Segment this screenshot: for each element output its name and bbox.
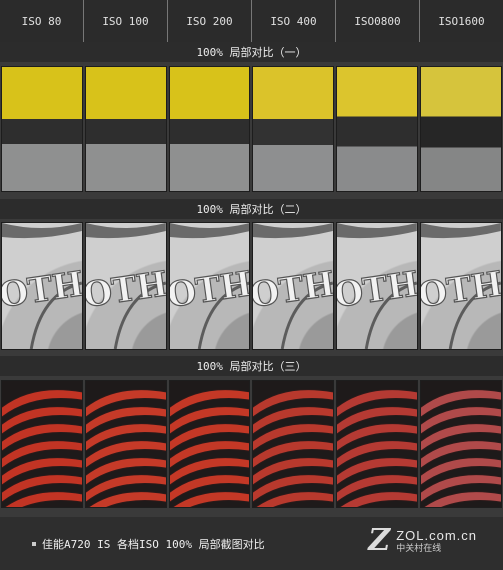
svg-text:OTHI: OTHI	[253, 261, 333, 315]
crop-row-color-patch	[0, 66, 503, 192]
iso-label-1600: ISO1600	[438, 14, 485, 28]
feather-picture	[2, 389, 82, 507]
crop-iso1600-color-patch	[420, 66, 502, 192]
section-title-2: 100% 局部对比（二）	[0, 199, 503, 219]
iso-label-100: ISO 100	[84, 0, 168, 42]
svg-text:OTHI: OTHI	[86, 261, 166, 315]
feather-picture	[85, 389, 166, 507]
crop-iso400-feathers	[252, 380, 335, 508]
crop-row-coin: OTHI OTHI OTHI OTHI OTHI OTHI	[0, 222, 503, 350]
iso-label-800: ISO0800	[336, 0, 420, 42]
crop-iso100-coin: OTHI	[84, 222, 167, 350]
feather-picture	[169, 389, 250, 507]
caption: 佳能A720 IS 各档ISO 100% 局部截图对比	[32, 536, 265, 552]
crop-iso100-feathers	[84, 380, 167, 508]
bullet-icon	[32, 541, 36, 546]
crop-iso80-coin: OTHI	[1, 222, 83, 350]
coin-picture: OTHI	[169, 223, 250, 349]
crop-iso400-color-patch	[252, 66, 335, 192]
crop-iso80-feathers	[1, 380, 83, 508]
svg-text:OTHI: OTHI	[170, 261, 250, 315]
feather-picture	[421, 389, 501, 507]
coin-picture: OTHI	[85, 223, 166, 349]
crop-row-feathers	[0, 380, 503, 508]
section-title-3: 100% 局部对比（三）	[0, 356, 503, 376]
svg-text:OTHI: OTHI	[2, 261, 82, 315]
logo-domain: ZOL.com.cn	[396, 527, 477, 543]
crop-iso200-coin: OTHI	[168, 222, 251, 350]
footer-bar: 佳能A720 IS 各档ISO 100% 局部截图对比 Z ZOL.com.cn…	[0, 517, 503, 570]
svg-text:OTHI: OTHI	[337, 261, 417, 315]
iso-label-80: ISO 80	[0, 0, 84, 42]
crop-iso80-color-patch	[1, 66, 83, 192]
iso-label-400: ISO 400	[252, 0, 336, 42]
crop-iso800-color-patch	[336, 66, 419, 192]
section-title-1: 100% 局部对比（一）	[0, 42, 503, 62]
crop-iso1600-coin: OTHI	[420, 222, 502, 350]
crop-iso800-coin: OTHI	[336, 222, 419, 350]
crop-iso200-color-patch	[168, 66, 251, 192]
crop-iso800-feathers	[336, 380, 419, 508]
svg-text:OTHI: OTHI	[421, 261, 501, 315]
logo-subtitle: 中关村在线	[396, 543, 442, 554]
coin-picture: OTHI	[337, 223, 418, 349]
crop-iso400-coin: OTHI	[252, 222, 335, 350]
crop-iso1600-feathers	[420, 380, 502, 508]
coin-picture: OTHI	[421, 223, 501, 349]
crop-iso200-feathers	[168, 380, 251, 508]
feather-picture	[337, 389, 418, 507]
feather-picture	[253, 389, 334, 507]
zol-logo: Z ZOL.com.cn 中关村在线	[368, 526, 477, 556]
crop-iso100-color-patch	[84, 66, 167, 192]
coin-picture: OTHI	[253, 223, 334, 349]
iso-label-200: ISO 200	[168, 0, 252, 42]
caption-text: 佳能A720 IS 各档ISO 100% 局部截图对比	[42, 537, 265, 551]
zol-z-mark: Z	[368, 523, 391, 558]
iso-header-bar: ISO 80 ISO 100 ISO 200 ISO 400 ISO0800 I…	[0, 0, 503, 43]
coin-picture: OTHI	[2, 223, 82, 349]
